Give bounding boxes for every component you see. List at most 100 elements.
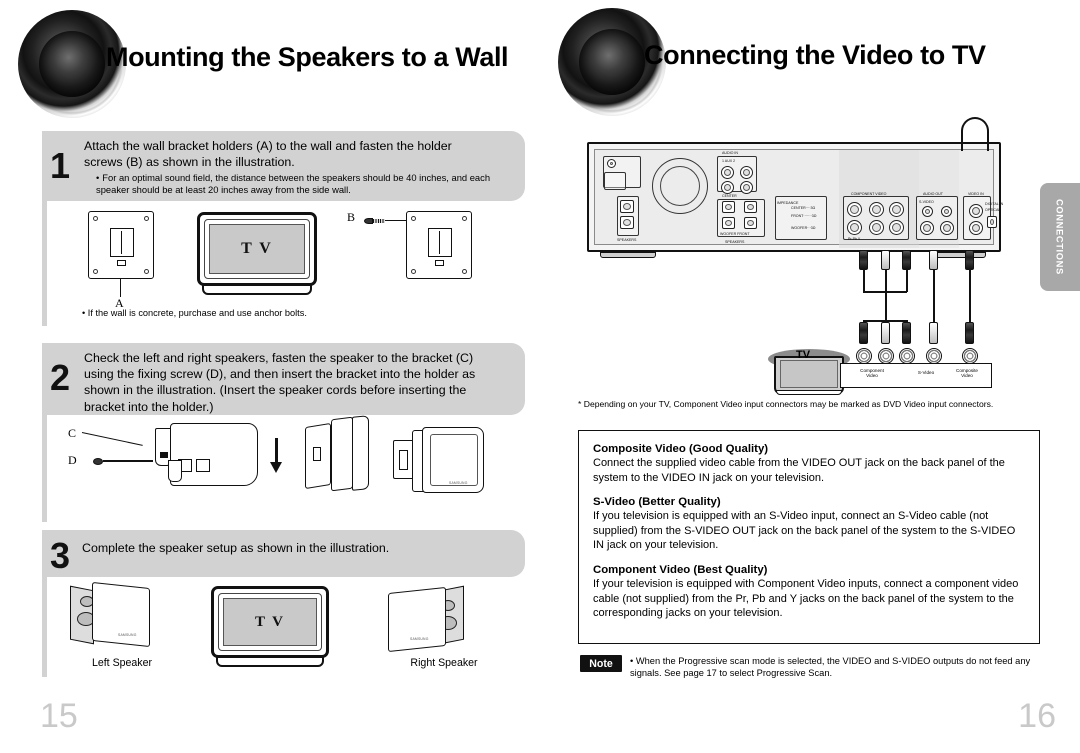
manual-spread: Mounting the Speakers to a Wall 1 Attach… xyxy=(0,0,1080,753)
screw-head-icon xyxy=(364,218,373,224)
plate-screw-hole xyxy=(144,269,149,274)
tv-screen-text: T V xyxy=(254,613,286,630)
panel-label-imp-front: FRONT·······3Ω xyxy=(791,214,817,218)
side-tab-label: CONNECTIONS xyxy=(1054,199,1066,275)
label-b-leader xyxy=(385,220,407,221)
info-heading-svideo: S-Video (Better Quality) xyxy=(593,496,721,509)
tv-jack-composite xyxy=(962,348,978,364)
plate-screw-hole xyxy=(462,216,467,221)
panel-label-component-video: COMPONENT VIDEO xyxy=(851,192,887,196)
note-badge: Note xyxy=(580,655,622,672)
bracket-screw-slot xyxy=(160,452,168,458)
panel-label-digital-in: DIGITAL IN xyxy=(985,202,1004,206)
panel-foot-left xyxy=(600,252,656,258)
tv-bezel: T V xyxy=(204,219,310,279)
speaker-terminal xyxy=(620,200,634,213)
cable-junction-top xyxy=(863,291,907,293)
component-plug-y-bottom xyxy=(902,322,911,344)
tv-jack-pb xyxy=(878,348,894,364)
down-arrow-head-icon xyxy=(270,462,282,473)
label-c-leader xyxy=(81,432,143,446)
page-title: Mounting the Speakers to a Wall xyxy=(106,42,509,72)
tv-label: TV xyxy=(796,349,811,361)
tv-jack-pr xyxy=(856,348,872,364)
side-tab-connections: CONNECTIONS xyxy=(1040,183,1080,291)
panel-label-woofer: WOOFER FRONT xyxy=(720,232,750,236)
right-page-number: 16 xyxy=(1018,697,1056,735)
tv-bezel: T V xyxy=(218,593,322,651)
right-speaker-label: Right Speaker xyxy=(410,657,478,669)
step-1-bullet: • For an optimal sound field, the distanc… xyxy=(96,172,514,197)
aux-jack xyxy=(740,166,753,179)
speaker-out-jack xyxy=(744,217,757,229)
step-2-rule xyxy=(42,415,47,522)
info-body-composite: Connect the supplied video cable from th… xyxy=(593,457,1005,484)
component-plug-pb-top xyxy=(881,250,890,270)
tv-base xyxy=(202,284,312,295)
speaker-terminal xyxy=(196,459,210,472)
tv-screen-text: T V xyxy=(241,240,273,257)
tv-jack-y xyxy=(899,348,915,364)
cable-y xyxy=(906,270,908,292)
plate-screw-hole xyxy=(93,269,98,274)
antenna-terminal xyxy=(604,172,626,190)
speaker-side-view xyxy=(331,416,353,492)
component-video-jack-y xyxy=(889,202,904,217)
speaker-side-view-2 xyxy=(352,415,369,491)
label-b: B xyxy=(347,210,356,224)
brand-mark: SAMSUNG xyxy=(410,637,429,641)
component-video-jack-pb xyxy=(869,202,884,217)
panel-label-svideo: S-VIDEO xyxy=(919,200,934,204)
panel-label-audio-in: AUDIO IN xyxy=(722,151,738,155)
panel-label-aux: 1 AUX 2 xyxy=(722,159,736,163)
screw-thread-icon xyxy=(373,219,385,223)
component-plug-pr-top xyxy=(859,250,868,270)
panel-label-speakers-2: SPEAKERS xyxy=(725,240,745,244)
step-3-text: Complete the speaker setup as shown in t… xyxy=(82,541,390,555)
left-speaker-label: Left Speaker xyxy=(91,657,153,669)
panel-label-speakers: SPEAKERS xyxy=(617,238,637,242)
note-row: • When the Progressive scan mode is sele… xyxy=(630,655,1045,679)
cooling-fan xyxy=(652,158,708,214)
audio-out-jack xyxy=(941,206,952,217)
audio-out-jack-2 xyxy=(940,221,954,235)
right-page: Connecting the Video to TV SPEAKERS AUDI… xyxy=(540,0,1080,753)
tv-illustration-2: T V xyxy=(211,586,329,658)
right-speaker-front xyxy=(388,586,446,653)
composite-plug-top xyxy=(965,250,974,270)
step-1-figure-note: • If the wall is concrete, purchase and … xyxy=(82,308,307,318)
step-1-figure-note-text: If the wall is concrete, purchase and us… xyxy=(87,308,307,318)
panel-label-impedance: IMPEDANCE xyxy=(777,201,799,205)
step-1-rule xyxy=(42,201,47,326)
label-d: D xyxy=(68,453,77,467)
plate-screw-hole xyxy=(93,216,98,221)
jack-label-component-video: Component Video xyxy=(860,368,884,379)
panel-foot-right xyxy=(930,252,986,258)
note-bullet-glyph: • xyxy=(630,656,634,666)
video-in-jack xyxy=(969,204,983,218)
aux-jack xyxy=(721,181,734,194)
jack-label-composite-video: Composite Video xyxy=(956,368,978,379)
note-text: When the Progressive scan mode is select… xyxy=(630,656,1031,679)
video-quality-info-box: Composite Video (Good Quality) Connect t… xyxy=(578,430,1040,644)
jack-label-s-video: S-Video xyxy=(917,370,935,375)
plate-screw-hole xyxy=(144,216,149,221)
page-title: Connecting the Video to TV xyxy=(644,40,986,70)
speaker-grille xyxy=(430,434,478,486)
receiver-back-panel: SPEAKERS AUDIO IN 1 AUX 2 CENTER WOOFER … xyxy=(587,142,1004,252)
plate-slot xyxy=(428,228,452,257)
component-video-jack-pr xyxy=(847,202,862,217)
tv-screen-small xyxy=(780,360,838,388)
step-1-bullet-text: For an optimal sound field, the distance… xyxy=(96,172,491,196)
plate-screw-hole xyxy=(411,269,416,274)
left-page: Mounting the Speakers to a Wall 1 Attach… xyxy=(0,0,540,753)
power-cord xyxy=(961,117,989,151)
down-arrow-icon xyxy=(275,438,278,464)
component-plug-y-top xyxy=(902,250,911,270)
speaker-out-jack xyxy=(722,217,735,229)
label-a-leader xyxy=(120,279,121,297)
left-speaker-front xyxy=(92,581,150,648)
brand-mark: SAMSUNG xyxy=(118,633,137,637)
video-out-jack xyxy=(920,221,934,235)
